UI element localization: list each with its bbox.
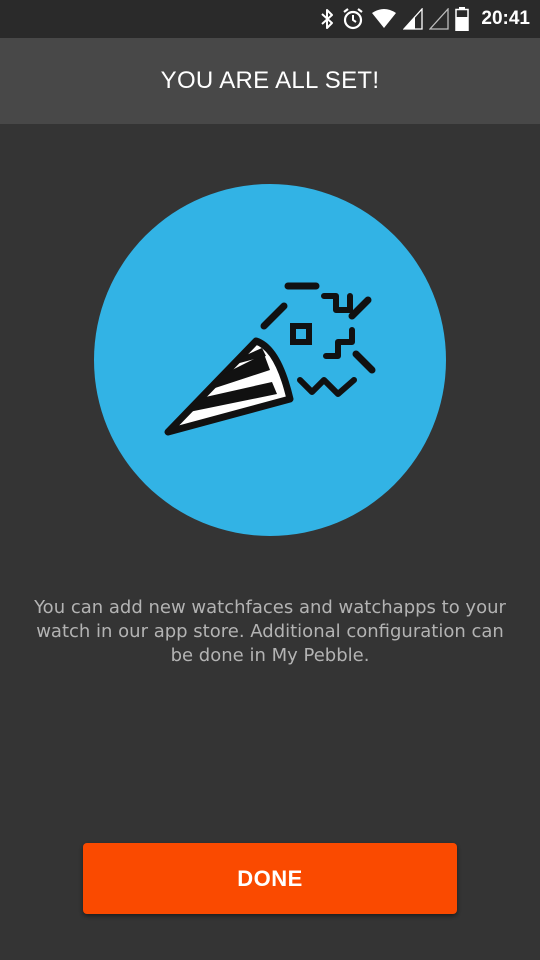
page-title: YOU ARE ALL SET!: [160, 67, 380, 94]
done-button-label: DONE: [237, 865, 303, 891]
hero-circle: [94, 184, 446, 536]
bluetooth-icon: [319, 8, 335, 30]
party-popper-icon: [164, 282, 376, 436]
status-icons: 20:41: [319, 0, 530, 38]
header: YOU ARE ALL SET!: [0, 38, 540, 124]
status-time: 20:41: [481, 8, 530, 29]
wifi-icon: [371, 8, 397, 30]
signal-empty-icon: [429, 8, 450, 30]
status-bar: 20:41: [0, 0, 540, 38]
alarm-icon: [341, 7, 365, 31]
signal-icon: [403, 8, 424, 30]
done-button[interactable]: DONE: [83, 843, 457, 914]
battery-icon: [455, 7, 470, 31]
setup-complete-message: You can add new watchfaces and watchapps…: [34, 597, 506, 666]
